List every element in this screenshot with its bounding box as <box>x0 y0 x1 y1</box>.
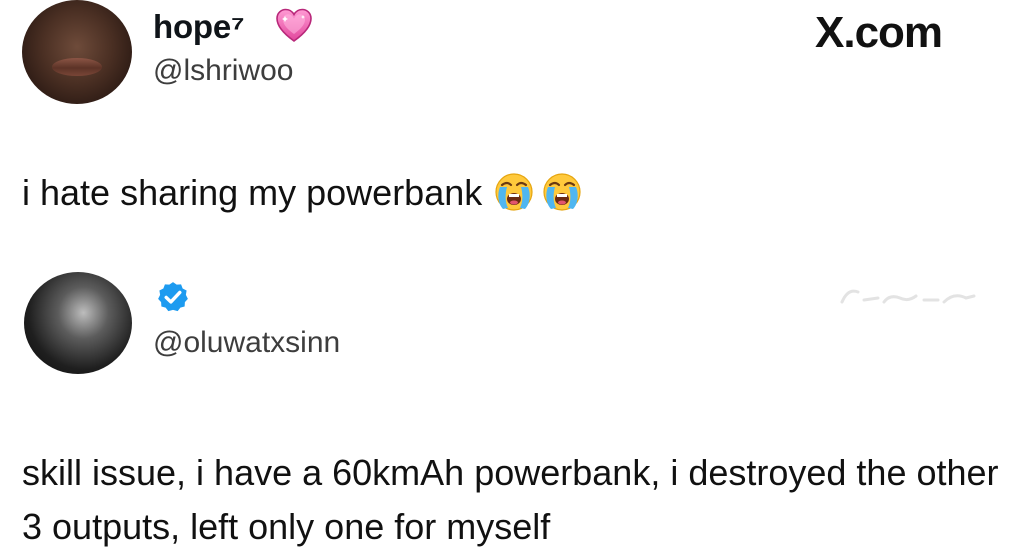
avatar[interactable] <box>22 0 132 104</box>
emoji-group <box>494 172 582 214</box>
user-handle[interactable]: @oluwatxsinn <box>153 326 340 360</box>
loudly-crying-face-icon <box>543 173 581 211</box>
post-text-container: i hate sharing my powerbank <box>22 172 582 214</box>
reply-text: skill issue, i have a 60kmAh powerbank, … <box>22 452 999 547</box>
avatar-photo-detail <box>52 58 102 76</box>
loudly-crying-face-icon <box>495 173 533 211</box>
screenshot: hope⁷ @lshriwoo X.com i hate sharing my … <box>0 0 1024 554</box>
user-handle[interactable]: @lshriwoo <box>153 54 294 88</box>
post-text: i hate sharing my powerbank <box>22 172 483 213</box>
faded-watermark-icon <box>840 289 976 304</box>
verified-badge-icon <box>158 282 188 312</box>
display-name[interactable]: hope⁷ <box>153 8 245 46</box>
avatar[interactable] <box>24 272 132 374</box>
sparkling-heart-icon <box>276 8 312 42</box>
source-logo: X.com <box>815 8 943 57</box>
